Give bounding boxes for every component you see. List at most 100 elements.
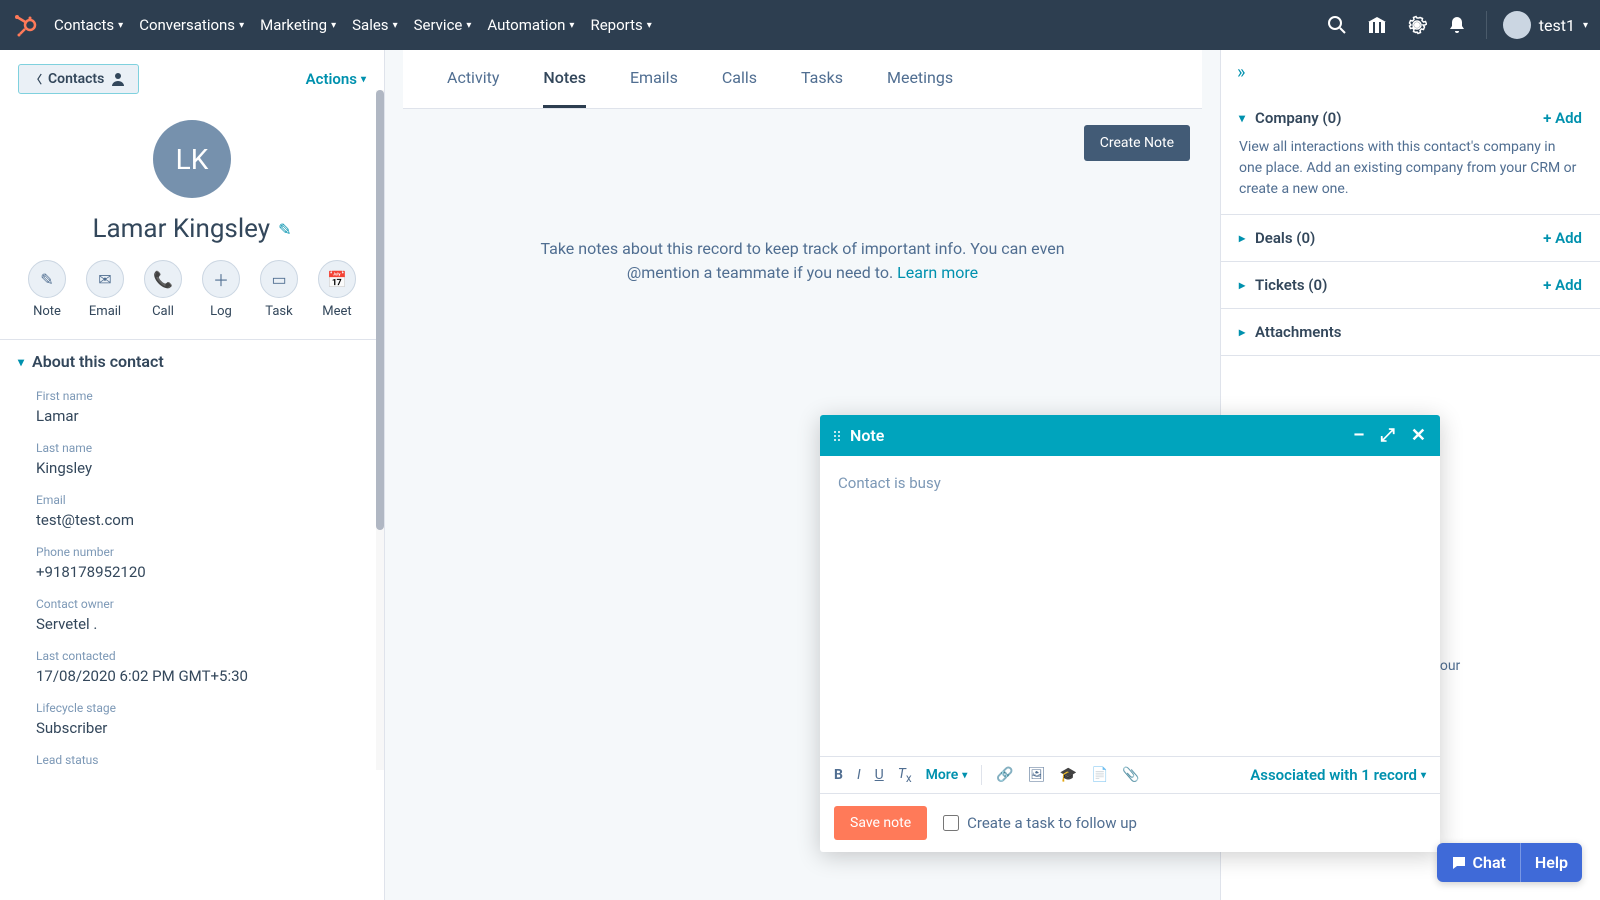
chat-help-widget[interactable]: Chat Help (1437, 843, 1582, 882)
rp-header[interactable]: ▸Tickets (0)+ Add (1239, 276, 1582, 294)
italic-button[interactable]: I (857, 767, 861, 783)
call-icon: 📞 (144, 260, 182, 298)
chevron-down-icon: ▾ (569, 20, 574, 31)
action-label: Meet (322, 304, 351, 319)
back-label: Contacts (48, 71, 104, 87)
chevron-down-icon: ▾ (118, 20, 123, 31)
rp-section: ▸Tickets (0)+ Add (1221, 262, 1600, 309)
field-last-name[interactable]: Last nameKingsley (0, 435, 384, 487)
tab-tasks[interactable]: Tasks (801, 68, 843, 108)
rp-section: ▸Deals (0)+ Add (1221, 215, 1600, 262)
search-icon[interactable] (1326, 14, 1348, 36)
notifications-icon[interactable] (1446, 14, 1468, 36)
associated-records-dropdown[interactable]: Associated with 1 record▾ (1250, 766, 1426, 784)
action-note[interactable]: ✎Note (28, 260, 66, 319)
rp-body: View all interactions with this contact'… (1239, 137, 1582, 200)
nav-contacts[interactable]: Contacts▾ (54, 16, 123, 34)
followup-checkbox[interactable] (943, 815, 959, 831)
expand-icon[interactable]: ⤢ (1381, 425, 1395, 446)
tab-meetings[interactable]: Meetings (887, 68, 953, 108)
action-log[interactable]: ＋Log (202, 260, 240, 319)
followup-checkbox-row[interactable]: Create a task to follow up (943, 814, 1137, 832)
chevron-icon: ▸ (1239, 325, 1245, 339)
field-last-contacted[interactable]: Last contacted17/08/2020 6:02 PM GMT+5:3… (0, 643, 384, 695)
rp-header[interactable]: ▸Deals (0)+ Add (1239, 229, 1582, 247)
note-textarea[interactable]: Contact is busy (820, 456, 1440, 756)
field-label: Phone number (36, 545, 348, 559)
tab-calls[interactable]: Calls (722, 68, 757, 108)
notes-empty-state: Take notes about this record to keep tra… (385, 177, 1220, 305)
more-format-button[interactable]: More▾ (926, 767, 968, 783)
bold-button[interactable]: B (834, 767, 843, 783)
field-label: Lead status (36, 753, 348, 767)
tab-emails[interactable]: Emails (630, 68, 678, 108)
link-icon[interactable]: 🔗 (996, 767, 1013, 783)
underline-button[interactable]: U (875, 767, 884, 783)
document-icon[interactable]: 📄 (1091, 767, 1108, 783)
contact-avatar: LK (153, 120, 231, 198)
tab-activity[interactable]: Activity (447, 68, 499, 108)
actions-dropdown[interactable]: Actions ▾ (306, 70, 366, 88)
minimize-icon[interactable]: – (1353, 425, 1364, 446)
create-note-button[interactable]: Create Note (1084, 125, 1190, 161)
chevron-down-icon: ▾ (647, 20, 652, 31)
snippet-icon[interactable]: 🎓 (1060, 767, 1077, 783)
image-icon[interactable]: 🖼 (1028, 767, 1046, 783)
field-lead-status[interactable]: Lead status (0, 747, 384, 781)
nav-marketing[interactable]: Marketing▾ (260, 16, 336, 34)
back-to-contacts[interactable]: 〈 Contacts (18, 64, 139, 94)
user-avatar-icon (1503, 11, 1531, 39)
marketplace-icon[interactable] (1366, 14, 1388, 36)
add-button[interactable]: + Add (1543, 109, 1582, 127)
about-section-header[interactable]: ▾ About this contact (0, 339, 384, 383)
nav-reports[interactable]: Reports▾ (590, 16, 651, 34)
attachment-icon[interactable]: 📎 (1122, 767, 1139, 783)
field-label: First name (36, 389, 348, 403)
action-call[interactable]: 📞Call (144, 260, 182, 319)
help-button[interactable]: Help (1520, 843, 1582, 882)
nav-service[interactable]: Service▾ (414, 16, 472, 34)
field-email[interactable]: Email test@test.com (0, 487, 384, 539)
field-lifecycle-stage[interactable]: Lifecycle stageSubscriber (0, 695, 384, 747)
field-label: Email (36, 493, 348, 507)
field-value: Servetel . (36, 615, 348, 633)
rp-header[interactable]: ▸Attachments (1239, 323, 1582, 341)
field-phone-number[interactable]: Phone number+918178952120 (0, 539, 384, 591)
rp-title-text: Tickets (0) (1255, 276, 1327, 294)
action-label: Note (33, 304, 61, 319)
field-contact-owner[interactable]: Contact ownerServetel . (0, 591, 384, 643)
drag-handle-icon[interactable] (834, 431, 840, 441)
rp-header[interactable]: ▾Company (0)+ Add (1239, 109, 1582, 127)
tab-notes[interactable]: Notes (543, 68, 586, 108)
scrollbar-thumb[interactable] (376, 90, 384, 530)
field-value: Subscriber (36, 719, 348, 737)
rp-section: ▸Attachments (1221, 309, 1600, 356)
learn-more-link[interactable]: Learn more (897, 263, 978, 282)
hubspot-logo[interactable] (12, 12, 38, 38)
action-task[interactable]: ▭Task (260, 260, 298, 319)
save-note-button[interactable]: Save note (834, 806, 927, 840)
chat-button[interactable]: Chat (1437, 843, 1520, 882)
nav-automation[interactable]: Automation▾ (487, 16, 574, 34)
nav-right: test1 ▾ (1326, 11, 1588, 39)
edit-icon[interactable]: ✎ (278, 220, 291, 239)
clear-format-button[interactable]: Tx (898, 766, 912, 785)
nav-conversations[interactable]: Conversations▾ (139, 16, 244, 34)
chevron-down-icon: ▾ (331, 20, 336, 31)
add-button[interactable]: + Add (1543, 276, 1582, 294)
field-value: test@test.com (36, 511, 348, 529)
user-name: test1 (1539, 16, 1575, 35)
note-header[interactable]: Note – ⤢ ✕ (820, 415, 1440, 456)
field-label: Last name (36, 441, 348, 455)
chevron-icon: ▸ (1239, 231, 1245, 245)
nav-sales[interactable]: Sales▾ (352, 16, 397, 34)
collapse-right-icon[interactable]: » (1221, 50, 1600, 95)
settings-icon[interactable] (1406, 14, 1428, 36)
field-value: Lamar (36, 407, 348, 425)
close-icon[interactable]: ✕ (1411, 425, 1426, 446)
user-menu[interactable]: test1 ▾ (1486, 11, 1588, 39)
action-email[interactable]: ✉Email (86, 260, 124, 319)
action-meet[interactable]: 📅Meet (318, 260, 356, 319)
field-first-name[interactable]: First name Lamar (0, 383, 384, 435)
add-button[interactable]: + Add (1543, 229, 1582, 247)
